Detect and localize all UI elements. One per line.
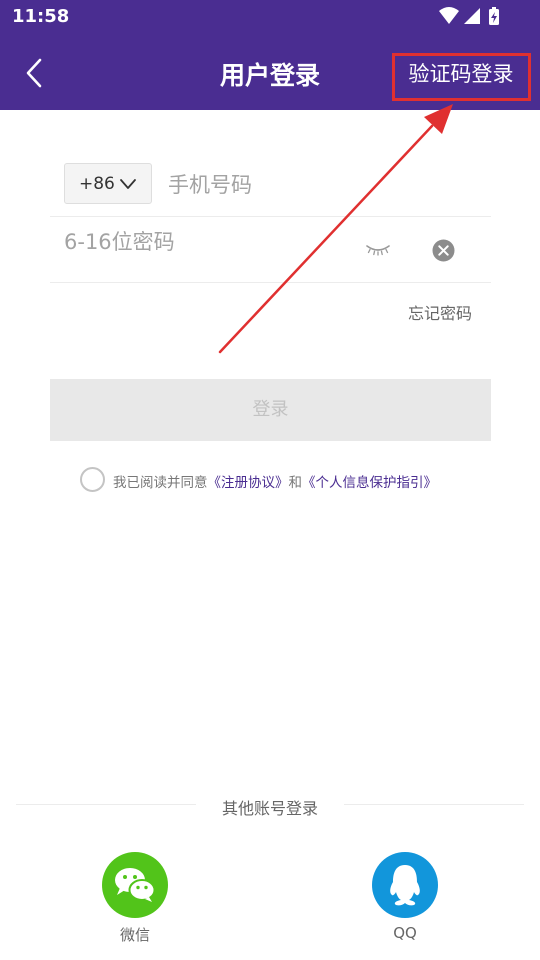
- app-header: 用户登录 验证码登录: [0, 34, 540, 110]
- status-bar: 11:58: [0, 0, 540, 34]
- qq-login-button[interactable]: [372, 852, 438, 918]
- status-time: 11:58: [12, 6, 70, 27]
- highlight-box: [392, 53, 531, 101]
- password-input[interactable]: [64, 225, 354, 259]
- terms-link[interactable]: 《注册协议》: [208, 475, 289, 491]
- status-icons: [439, 7, 499, 25]
- divider: [344, 804, 524, 805]
- divider: [16, 804, 196, 805]
- agreement-text: 我已阅读并同意《注册协议》和《个人信息保护指引》: [113, 471, 437, 491]
- country-code-select[interactable]: +86: [64, 163, 152, 204]
- wechat-login-button[interactable]: [102, 852, 168, 918]
- other-login-title: 其他账号登录: [221, 799, 318, 818]
- wechat-label: 微信: [119, 926, 150, 944]
- clear-circle-icon[interactable]: [432, 239, 455, 262]
- divider: [50, 216, 491, 217]
- forgot-password-link[interactable]: 忘记密码: [408, 300, 472, 324]
- country-code-value: +86: [79, 174, 115, 194]
- chevron-down-icon: [120, 179, 136, 189]
- divider: [50, 282, 491, 283]
- agreement-checkbox[interactable]: [80, 467, 105, 492]
- agreement-conjunction: 和: [288, 475, 303, 491]
- phone-number-input[interactable]: [168, 168, 488, 202]
- qq-icon: [390, 865, 420, 906]
- battery-charging-icon: [489, 7, 499, 25]
- signal-icon: [464, 8, 480, 24]
- agreement-prefix: 我已阅读并同意: [113, 475, 208, 491]
- qq-label: QQ: [393, 924, 417, 942]
- privacy-guide-link[interactable]: 《个人信息保护指引》: [302, 475, 437, 491]
- eye-closed-icon[interactable]: [364, 240, 392, 258]
- wechat-icon: [115, 868, 156, 902]
- login-button[interactable]: 登录: [50, 379, 491, 441]
- wifi-icon: [439, 7, 459, 24]
